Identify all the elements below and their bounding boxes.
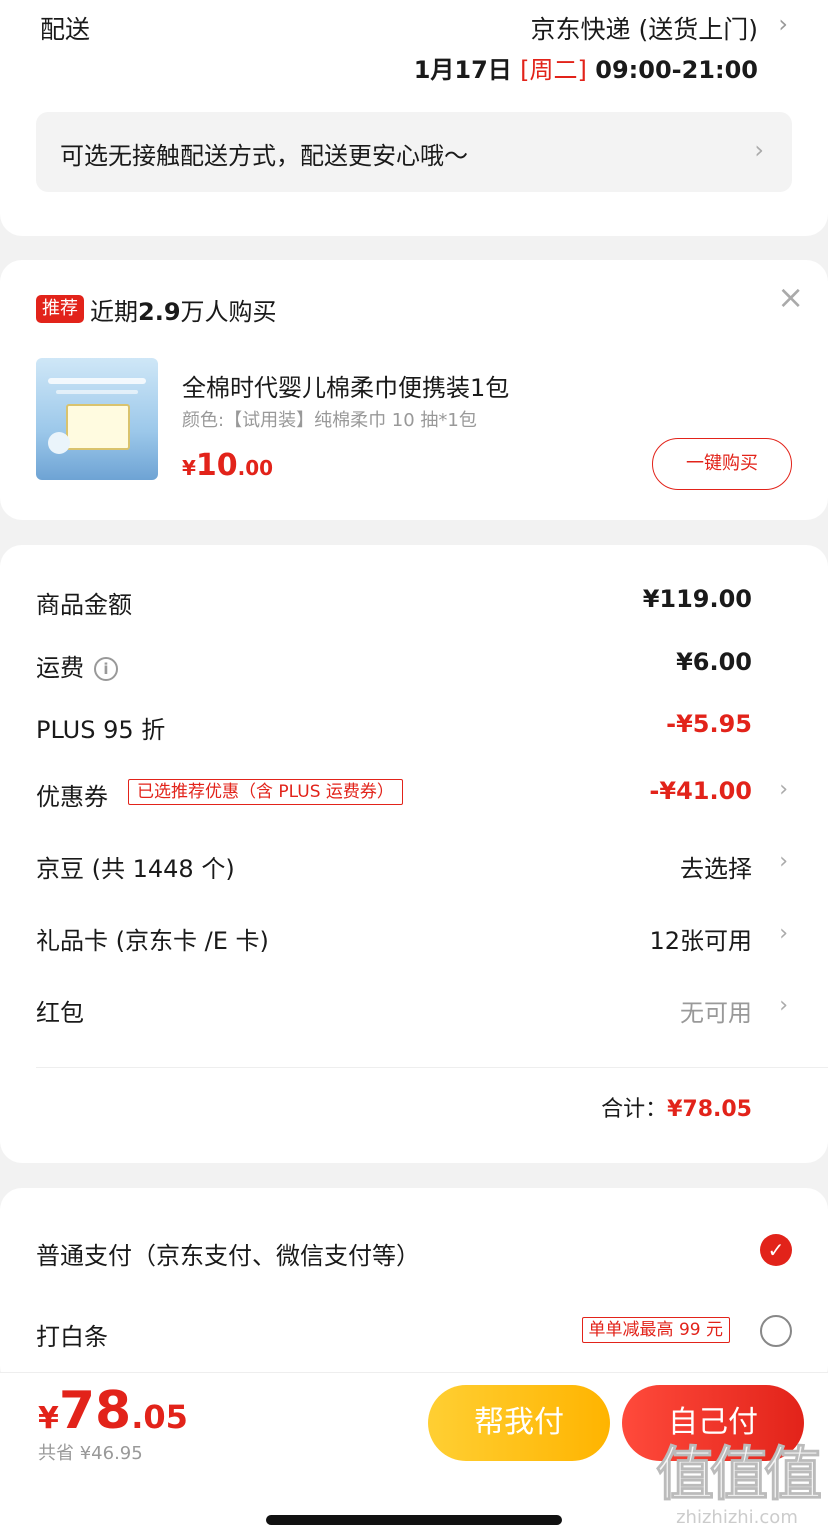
delivery-date: 1月17日 [413,56,512,84]
price-int: 10 [195,448,238,483]
delivery-card: 配送 京东快递 (送货上门) › 1月17日 [周二] 09:00-21:00 … [0,0,828,236]
giftcard-label: 礼品卡 (京东卡 /E 卡) [36,927,269,955]
saved-amount: 共省 ¥46.95 [38,1443,143,1464]
redpacket-value: 无可用 [680,999,752,1027]
recommend-title-prefix: 近期 [90,298,138,326]
divider [36,1067,828,1068]
image-detail [48,378,146,384]
close-icon[interactable]: × [777,278,804,316]
bottom-price-dec: .05 [131,1398,188,1436]
chevron-right-icon[interactable]: › [778,10,788,38]
giftcard-value: 12张可用 [649,927,752,955]
baitiao-promo-tag: 单单减最高 99 元 [581,1317,730,1343]
redpacket-row[interactable]: 红包 无可用 › [36,989,792,1029]
delivery-weekday: [周二] [520,56,587,84]
watermark-url: zhizhizhi.com [676,1507,798,1528]
checked-icon[interactable]: ✓ [760,1234,792,1266]
payment-card: 普通支付（京东支付、微信支付等） ✓ 打白条 单单减最高 99 元 [0,1188,828,1388]
jingdou-row[interactable]: 京豆 (共 1448 个) 去选择 › [36,845,792,885]
coupon-row[interactable]: 优惠券 已选推荐优惠（含 PLUS 运费券） -¥41.00 › [36,773,792,813]
chevron-right-icon: › [779,849,788,874]
giftcard-row[interactable]: 礼品卡 (京东卡 /E 卡) 12张可用 › [36,917,792,957]
delivery-method[interactable]: 京东快递 (送货上门) [531,10,758,46]
shipping-label-text: 运费 [36,654,84,682]
goods-amount-value: ¥119.00 [642,585,752,613]
product-spec: 颜色:【试用装】纯棉柔巾 10 抽*1包 [182,410,477,431]
jingdou-label: 京豆 (共 1448 个) [36,855,235,883]
goods-amount-label: 商品金额 [36,591,132,619]
coupon-tag: 已选推荐优惠（含 PLUS 运费券） [128,779,403,805]
info-icon[interactable]: i [94,657,118,681]
order-summary-card: 商品金额 ¥119.00 运费 i ¥6.00 PLUS 95 折 -¥5.95 … [0,545,828,1163]
delivery-time: 1月17日 [周二] 09:00-21:00 [414,50,758,85]
goods-amount-row: 商品金额 ¥119.00 [36,581,792,621]
total-label: 合计： [601,1097,668,1122]
price-dec: .00 [237,456,274,480]
bottom-bar: ¥78.05 共省 ¥46.95 帮我付 自己付 值值值 zhizhizhi.c… [0,1372,828,1540]
plus-discount-value: -¥5.95 [666,710,752,738]
coupon-label: 优惠券 [36,783,108,811]
chevron-right-icon: › [779,993,788,1018]
total-value: ¥78.05 [667,1097,752,1122]
recommend-badge: 推荐 [36,295,84,323]
payment-normal-label: 普通支付（京东支付、微信支付等） [36,1242,420,1270]
plus-discount-row: PLUS 95 折 -¥5.95 [36,706,792,746]
payment-option-normal[interactable]: 普通支付（京东支付、微信支付等） ✓ [36,1234,792,1274]
home-indicator[interactable] [266,1515,562,1525]
delivery-label: 配送 [40,15,91,44]
shipping-row: 运费 i ¥6.00 [36,644,792,684]
chevron-right-icon: › [779,921,788,946]
chevron-right-icon: › [779,777,788,802]
contactless-option[interactable]: 可选无接触配送方式，配送更安心哦～ › [36,112,792,192]
product-name[interactable]: 全棉时代婴儿棉柔巾便携装1包 [182,368,509,403]
chevron-right-icon: › [754,136,764,164]
delivery-time-range: 09:00-21:00 [595,56,758,84]
payment-option-baitiao[interactable]: 打白条 单单减最高 99 元 [36,1315,792,1355]
jingdou-value: 去选择 [680,855,752,883]
recommend-title-suffix: 万人购买 [180,298,277,326]
image-detail [66,404,130,450]
recommend-card: 推荐 近期2.9万人购买 × 全棉时代婴儿棉柔巾便携装1包 颜色:【试用装】纯棉… [0,260,828,520]
watermark-logo: 值值值 [655,1440,822,1508]
recommend-title-count: 2.9 [138,298,181,326]
radio-unchecked-icon[interactable] [760,1315,792,1347]
shipping-value: ¥6.00 [676,648,752,676]
shipping-label: 运费 i [36,648,118,683]
recommend-title: 近期2.9万人购买 [90,292,277,327]
plus-discount-label: PLUS 95 折 [36,716,166,744]
price-currency: ¥ [182,456,196,480]
contactless-text: 可选无接触配送方式，配送更安心哦～ [60,142,468,170]
bottom-total-price: ¥78.05 [38,1381,188,1441]
one-click-buy-button[interactable]: 一键购买 [652,438,792,490]
bottom-price-int: 78 [58,1381,132,1441]
help-me-pay-button[interactable]: 帮我付 [428,1385,610,1461]
bottom-price-currency: ¥ [38,1401,59,1436]
payment-baitiao-label: 打白条 [36,1323,108,1351]
product-price: ¥10.00 [182,448,273,483]
product-image[interactable] [36,358,158,480]
total: 合计：¥78.05 [601,1091,752,1123]
watermark: 值值值 zhizhizhi.com [655,1440,822,1529]
image-detail [56,390,138,394]
image-detail [48,432,70,454]
coupon-value: -¥41.00 [649,777,752,805]
redpacket-label: 红包 [36,999,84,1027]
